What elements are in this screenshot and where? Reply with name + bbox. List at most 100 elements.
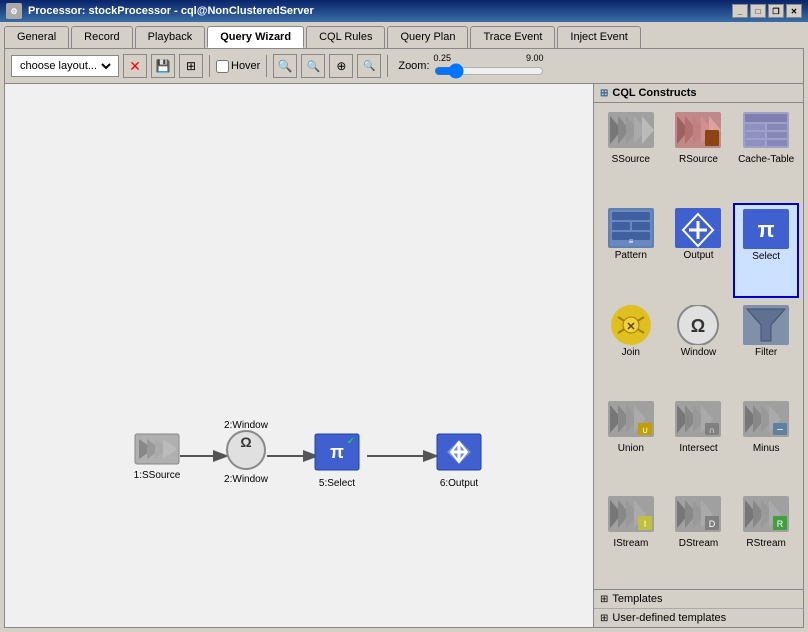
zoom-out-btn[interactable]: 🔍	[301, 54, 325, 78]
maximize-btn[interactable]: □	[750, 4, 766, 18]
cql-item-union[interactable]: ∪ Union	[598, 396, 664, 490]
ssource-label: SSource	[612, 154, 650, 165]
intersect-label: Intersect	[679, 443, 717, 454]
minus-label: Minus	[753, 443, 780, 454]
zoom-min: 0.25	[434, 53, 452, 63]
tab-trace-event[interactable]: Trace Event	[470, 26, 555, 48]
union-icon: ∪	[608, 401, 654, 441]
templates-icon: ⊞	[600, 594, 608, 605]
minus-icon: −	[743, 401, 789, 441]
cql-panel-title: ⊞ CQL Constructs	[594, 84, 803, 103]
templates-panel[interactable]: ⊞ Templates	[594, 590, 803, 609]
window-controls[interactable]: _ □ ❐ ✕	[732, 4, 802, 18]
zoom-section: Zoom: 0.25 9.00	[398, 53, 543, 79]
node-window[interactable]: Ω 2:Window	[224, 431, 269, 485]
node-select[interactable]: π ✓ 5:Select	[315, 434, 359, 489]
canvas-svg: 1:SSource Ω 2:Window 2:Window	[5, 84, 593, 627]
content-area: choose layout... ✕ 💾 ⊞ Hover 🔍 🔍 ⊕ 🔍 Zoo…	[4, 48, 804, 628]
svg-text:✓: ✓	[347, 436, 355, 447]
restore-btn[interactable]: ❐	[768, 4, 784, 18]
cql-item-minus[interactable]: − Minus	[733, 396, 799, 490]
node-ssource[interactable]: 1:SSource	[134, 434, 181, 481]
rsource-icon	[675, 112, 721, 152]
tab-general[interactable]: General	[4, 26, 69, 48]
tab-query-wizard[interactable]: Query Wizard	[207, 26, 304, 48]
fit-btn[interactable]: ⊕	[329, 54, 353, 78]
cql-item-join[interactable]: ✕ Join	[598, 300, 664, 394]
cql-item-cache-table[interactable]: Cache-Table	[733, 107, 799, 201]
cql-item-rstream[interactable]: R RStream	[733, 491, 799, 585]
window-title: Processor: stockProcessor - cql@NonClust…	[28, 5, 732, 17]
zoom-label: Zoom:	[398, 60, 429, 72]
zoom-max: 9.00	[526, 53, 544, 63]
output-icon	[675, 208, 721, 248]
bottom-panels: ⊞ Templates ⊞ User-defined templates	[594, 589, 803, 627]
cql-item-rsource[interactable]: RSource	[666, 107, 732, 201]
save-btn[interactable]: 💾	[151, 54, 175, 78]
tab-query-plan[interactable]: Query Plan	[387, 26, 468, 48]
templates-label: Templates	[612, 593, 662, 605]
filter-label: Filter	[755, 347, 777, 358]
zoom-slider[interactable]	[434, 63, 544, 79]
rsource-label: RSource	[679, 154, 718, 165]
user-defined-label: User-defined templates	[612, 612, 726, 624]
cql-item-dstream[interactable]: D DStream	[666, 491, 732, 585]
minimize-btn[interactable]: _	[732, 4, 748, 18]
close-btn[interactable]: ✕	[786, 4, 802, 18]
svg-text:∪: ∪	[642, 425, 649, 435]
rstream-label: RStream	[746, 538, 785, 549]
cql-panel-icon: ⊞	[600, 88, 608, 99]
title-bar: ⚙ Processor: stockProcessor - cql@NonClu…	[0, 0, 808, 22]
main-container: General Record Playback Query Wizard CQL…	[0, 22, 808, 632]
union-label: Union	[618, 443, 644, 454]
tab-record[interactable]: Record	[71, 26, 132, 48]
cql-item-output[interactable]: Output	[666, 203, 732, 299]
separator-2	[266, 55, 267, 77]
svg-text:✕: ✕	[626, 321, 635, 333]
dstream-icon: D	[675, 496, 721, 536]
cache-table-icon	[743, 112, 789, 152]
filter-icon	[743, 305, 789, 345]
layout-dropdown[interactable]: choose layout...	[11, 55, 119, 77]
split-content: 1:SSource Ω 2:Window 2:Window	[5, 84, 803, 627]
window-label: Window	[681, 347, 717, 358]
svg-text:π: π	[758, 217, 775, 242]
grid-btn[interactable]: ⊞	[179, 54, 203, 78]
hover-label[interactable]: Hover	[216, 60, 260, 73]
tab-cql-rules[interactable]: CQL Rules	[306, 26, 385, 48]
zoom-in-btn[interactable]: 🔍	[273, 54, 297, 78]
svg-text:D: D	[709, 519, 716, 529]
separator-1	[209, 55, 210, 77]
svg-text:R: R	[777, 519, 784, 529]
svg-text:Ω: Ω	[691, 316, 705, 336]
svg-text:π: π	[330, 442, 344, 462]
cql-item-window[interactable]: Ω Window	[666, 300, 732, 394]
svg-text:5:Select: 5:Select	[319, 478, 355, 489]
window-icon: Ω	[675, 305, 721, 345]
cql-item-select[interactable]: π Select	[733, 203, 799, 299]
cql-item-filter[interactable]: Filter	[733, 300, 799, 394]
canvas-area: 1:SSource Ω 2:Window 2:Window	[5, 84, 593, 627]
join-icon: ✕	[608, 305, 654, 345]
cql-item-intersect[interactable]: ∩ Intersect	[666, 396, 732, 490]
rstream-icon: R	[743, 496, 789, 536]
user-defined-panel[interactable]: ⊞ User-defined templates	[594, 609, 803, 627]
dstream-label: DStream	[679, 538, 718, 549]
cql-item-pattern[interactable]: ≡ Pattern	[598, 203, 664, 299]
pattern-icon: ≡	[608, 208, 654, 248]
cql-item-ssource[interactable]: SSource	[598, 107, 664, 201]
layout-select[interactable]: choose layout...	[16, 59, 114, 73]
cql-item-istream[interactable]: I IStream	[598, 491, 664, 585]
right-panel: ⊞ CQL Constructs	[593, 84, 803, 627]
cache-table-label: Cache-Table	[738, 154, 794, 165]
svg-text:≡: ≡	[628, 237, 633, 246]
user-defined-icon: ⊞	[600, 613, 608, 624]
tab-inject-event[interactable]: Inject Event	[557, 26, 640, 48]
tab-playback[interactable]: Playback	[135, 26, 206, 48]
svg-text:∩: ∩	[709, 425, 715, 435]
search-btn[interactable]: 🔍	[357, 54, 381, 78]
delete-btn[interactable]: ✕	[123, 54, 147, 78]
zoom-slider-container: 0.25 9.00	[434, 53, 544, 79]
node-output[interactable]: 6:Output	[437, 434, 481, 489]
hover-checkbox[interactable]	[216, 60, 229, 73]
